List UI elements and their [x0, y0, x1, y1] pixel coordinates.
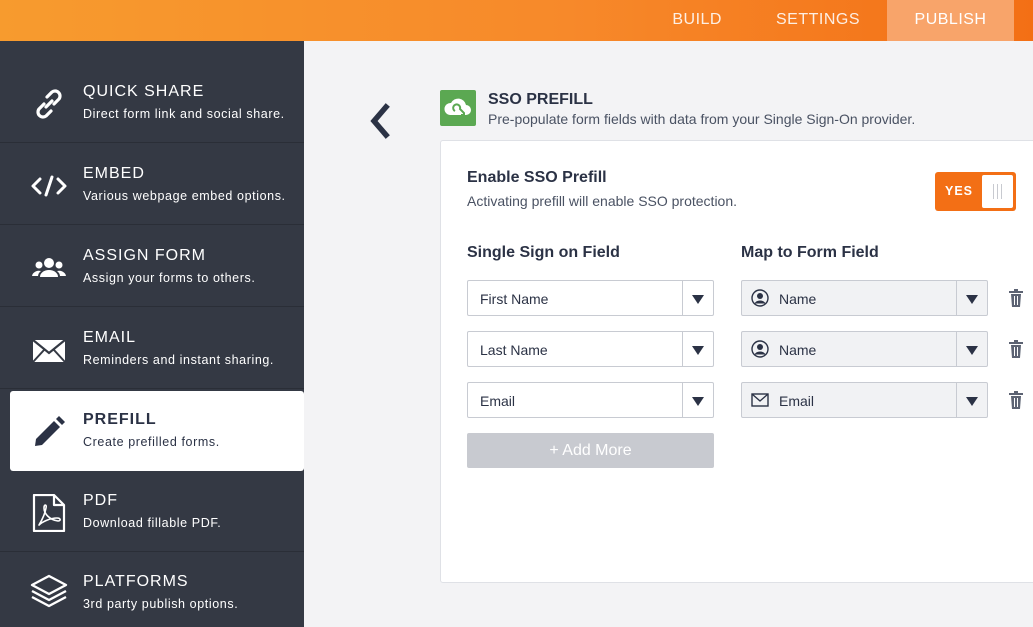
sidebar-item-title: EMBED — [83, 165, 145, 182]
chevron-down-icon — [692, 346, 704, 355]
chevron-down-icon — [692, 397, 704, 406]
sso-field-value: Last Name — [480, 342, 548, 358]
envelope-icon — [32, 339, 66, 363]
page-title: SSO PREFILL — [488, 91, 593, 108]
layers-icon — [30, 574, 68, 608]
chevron-down-icon — [966, 346, 978, 355]
sidebar-item-title: QUICK SHARE — [83, 83, 205, 100]
user-icon — [751, 289, 769, 307]
form-field-value: Email — [779, 393, 815, 409]
sidebar-item-subtitle: Reminders and instant sharing. — [83, 353, 275, 367]
chevron-down-icon — [966, 397, 978, 406]
sidebar-item-title: PDF — [83, 492, 118, 509]
main-content: SSO PREFILL Pre-populate form fields wit… — [304, 41, 1033, 627]
sidebar-item-embed[interactable]: EMBED Various webpage embed options. — [0, 145, 304, 225]
form-field-select[interactable]: Email — [741, 382, 988, 418]
sso-cloud-icon — [440, 90, 476, 126]
chevron-down-icon — [692, 295, 704, 304]
users-icon — [32, 258, 66, 277]
add-more-button[interactable]: + Add More — [467, 433, 714, 468]
sidebar-item-subtitle: Download fillable PDF. — [83, 516, 222, 530]
top-bar: BUILD SETTINGS PUBLISH — [0, 0, 1033, 41]
sidebar-item-assign-form[interactable]: ASSIGN FORM Assign your forms to others. — [0, 227, 304, 307]
sso-field-value: First Name — [480, 291, 549, 307]
sidebar-item-quick-share[interactable]: QUICK SHARE Direct form link and social … — [0, 63, 304, 143]
form-field-select[interactable]: Name — [741, 331, 988, 367]
sso-field-value: Email — [480, 393, 516, 409]
sidebar-item-title: PLATFORMS — [83, 573, 189, 590]
delete-row-icon[interactable] — [1008, 391, 1024, 409]
sidebar-item-pdf[interactable]: PDF Download fillable PDF. — [0, 472, 304, 552]
chevron-down-icon — [966, 295, 978, 304]
sidebar-item-subtitle: 3rd party publish options. — [83, 597, 239, 611]
top-nav: BUILD SETTINGS PUBLISH — [645, 0, 1033, 41]
sso-field-select[interactable]: Last Name — [467, 331, 714, 367]
sidebar-item-title: EMAIL — [83, 329, 137, 346]
sidebar-item-title: PREFILL — [83, 411, 157, 428]
enable-sso-title: Enable SSO Prefill — [467, 169, 607, 186]
tab-publish[interactable]: PUBLISH — [887, 0, 1014, 41]
sidebar-item-title: ASSIGN FORM — [83, 247, 207, 264]
enable-sso-toggle[interactable]: YES — [935, 172, 1016, 211]
code-icon — [31, 175, 67, 197]
sidebar-item-subtitle: Direct form link and social share. — [83, 107, 285, 121]
sso-field-column-header: Single Sign on Field — [467, 244, 620, 261]
tab-build[interactable]: BUILD — [645, 0, 749, 41]
toggle-label: YES — [945, 184, 974, 198]
sidebar-item-email[interactable]: EMAIL Reminders and instant sharing. — [0, 309, 304, 389]
delete-row-icon[interactable] — [1008, 340, 1024, 358]
back-chevron-icon[interactable] — [366, 103, 396, 139]
tab-settings[interactable]: SETTINGS — [749, 0, 887, 41]
sidebar-item-platforms[interactable]: PLATFORMS 3rd party publish options. — [0, 553, 304, 627]
sidebar-item-subtitle: Create prefilled forms. — [83, 435, 220, 449]
pdf-icon — [32, 494, 66, 532]
link-icon — [36, 89, 62, 119]
pencil-icon — [35, 416, 65, 446]
sidebar-item-prefill[interactable]: PREFILL Create prefilled forms. — [10, 391, 304, 471]
sidebar-item-subtitle: Various webpage embed options. — [83, 189, 286, 203]
sso-prefill-panel: Enable SSO Prefill Activating prefill wi… — [440, 140, 1033, 583]
toggle-knob — [982, 175, 1013, 208]
page-subtitle: Pre-populate form fields with data from … — [488, 111, 916, 127]
form-field-value: Name — [779, 342, 817, 358]
map-field-column-header: Map to Form Field — [741, 244, 879, 261]
sso-field-select[interactable]: Email — [467, 382, 714, 418]
user-icon — [751, 340, 769, 358]
sidebar: QUICK SHARE Direct form link and social … — [0, 41, 304, 627]
sidebar-item-subtitle: Assign your forms to others. — [83, 271, 256, 285]
delete-row-icon[interactable] — [1008, 289, 1024, 307]
envelope-icon — [751, 393, 769, 407]
enable-sso-subtitle: Activating prefill will enable SSO prote… — [467, 193, 738, 209]
sso-field-select[interactable]: First Name — [467, 280, 714, 316]
form-field-value: Name — [779, 291, 817, 307]
form-field-select[interactable]: Name — [741, 280, 988, 316]
